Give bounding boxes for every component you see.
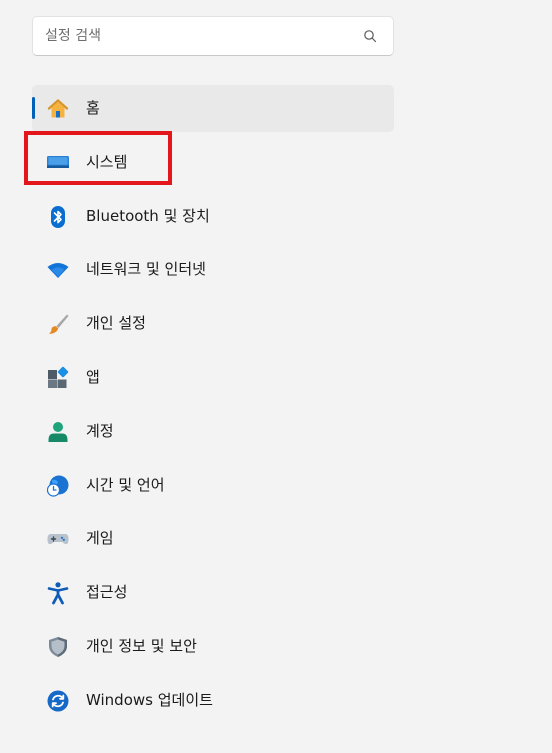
nav-item-label: 개인 설정 (86, 314, 146, 333)
nav-item-personalization[interactable]: 개인 설정 (32, 300, 394, 347)
selection-indicator (32, 97, 35, 119)
shield-icon (46, 635, 70, 659)
nav-item-network[interactable]: 네트워크 및 인터넷 (32, 246, 394, 293)
nav-item-time-language[interactable]: 시간 및 언어 (32, 462, 394, 509)
nav-item-accounts[interactable]: 계정 (32, 408, 394, 455)
nav-item-label: Windows 업데이트 (86, 690, 213, 709)
account-icon (46, 420, 70, 444)
time-language-icon (46, 474, 70, 498)
gamepad-icon (46, 527, 70, 551)
wifi-icon (46, 258, 70, 282)
search-box[interactable] (32, 16, 394, 56)
system-icon (46, 151, 70, 175)
nav-item-gaming[interactable]: 게임 (32, 515, 394, 562)
nav-item-label: 시간 및 언어 (86, 475, 165, 494)
nav-item-label: 접근성 (86, 583, 128, 602)
nav-item-apps[interactable]: 앱 (32, 354, 394, 401)
nav-item-system[interactable]: 시스템 (32, 139, 394, 186)
nav-item-privacy-security[interactable]: 개인 정보 및 보안 (32, 623, 394, 670)
nav-item-accessibility[interactable]: 접근성 (32, 569, 394, 616)
nav-item-label: 계정 (86, 421, 114, 440)
search-icon[interactable] (363, 29, 377, 43)
search-input[interactable] (45, 25, 345, 47)
nav-item-label: 앱 (86, 367, 100, 386)
accessibility-icon (46, 581, 70, 605)
settings-nav: 홈 시스템 Bluetooth 및 장치 네트워크 및 인터넷 개인 설정 앱 … (32, 85, 394, 731)
nav-item-label: 홈 (86, 99, 100, 117)
nav-item-label: 게임 (86, 529, 114, 548)
nav-item-label: 개인 정보 및 보안 (86, 636, 197, 655)
nav-item-home[interactable]: 홈 (32, 85, 394, 132)
brush-icon (46, 312, 70, 336)
apps-icon (46, 366, 70, 390)
nav-item-label: 시스템 (86, 152, 128, 171)
bluetooth-icon (46, 205, 70, 229)
update-icon (46, 689, 70, 713)
home-icon (46, 97, 70, 121)
nav-item-windows-update[interactable]: Windows 업데이트 (32, 677, 394, 724)
nav-item-bluetooth[interactable]: Bluetooth 및 장치 (32, 193, 394, 240)
nav-item-label: 네트워크 및 인터넷 (86, 260, 206, 279)
nav-item-label: Bluetooth 및 장치 (86, 206, 210, 225)
